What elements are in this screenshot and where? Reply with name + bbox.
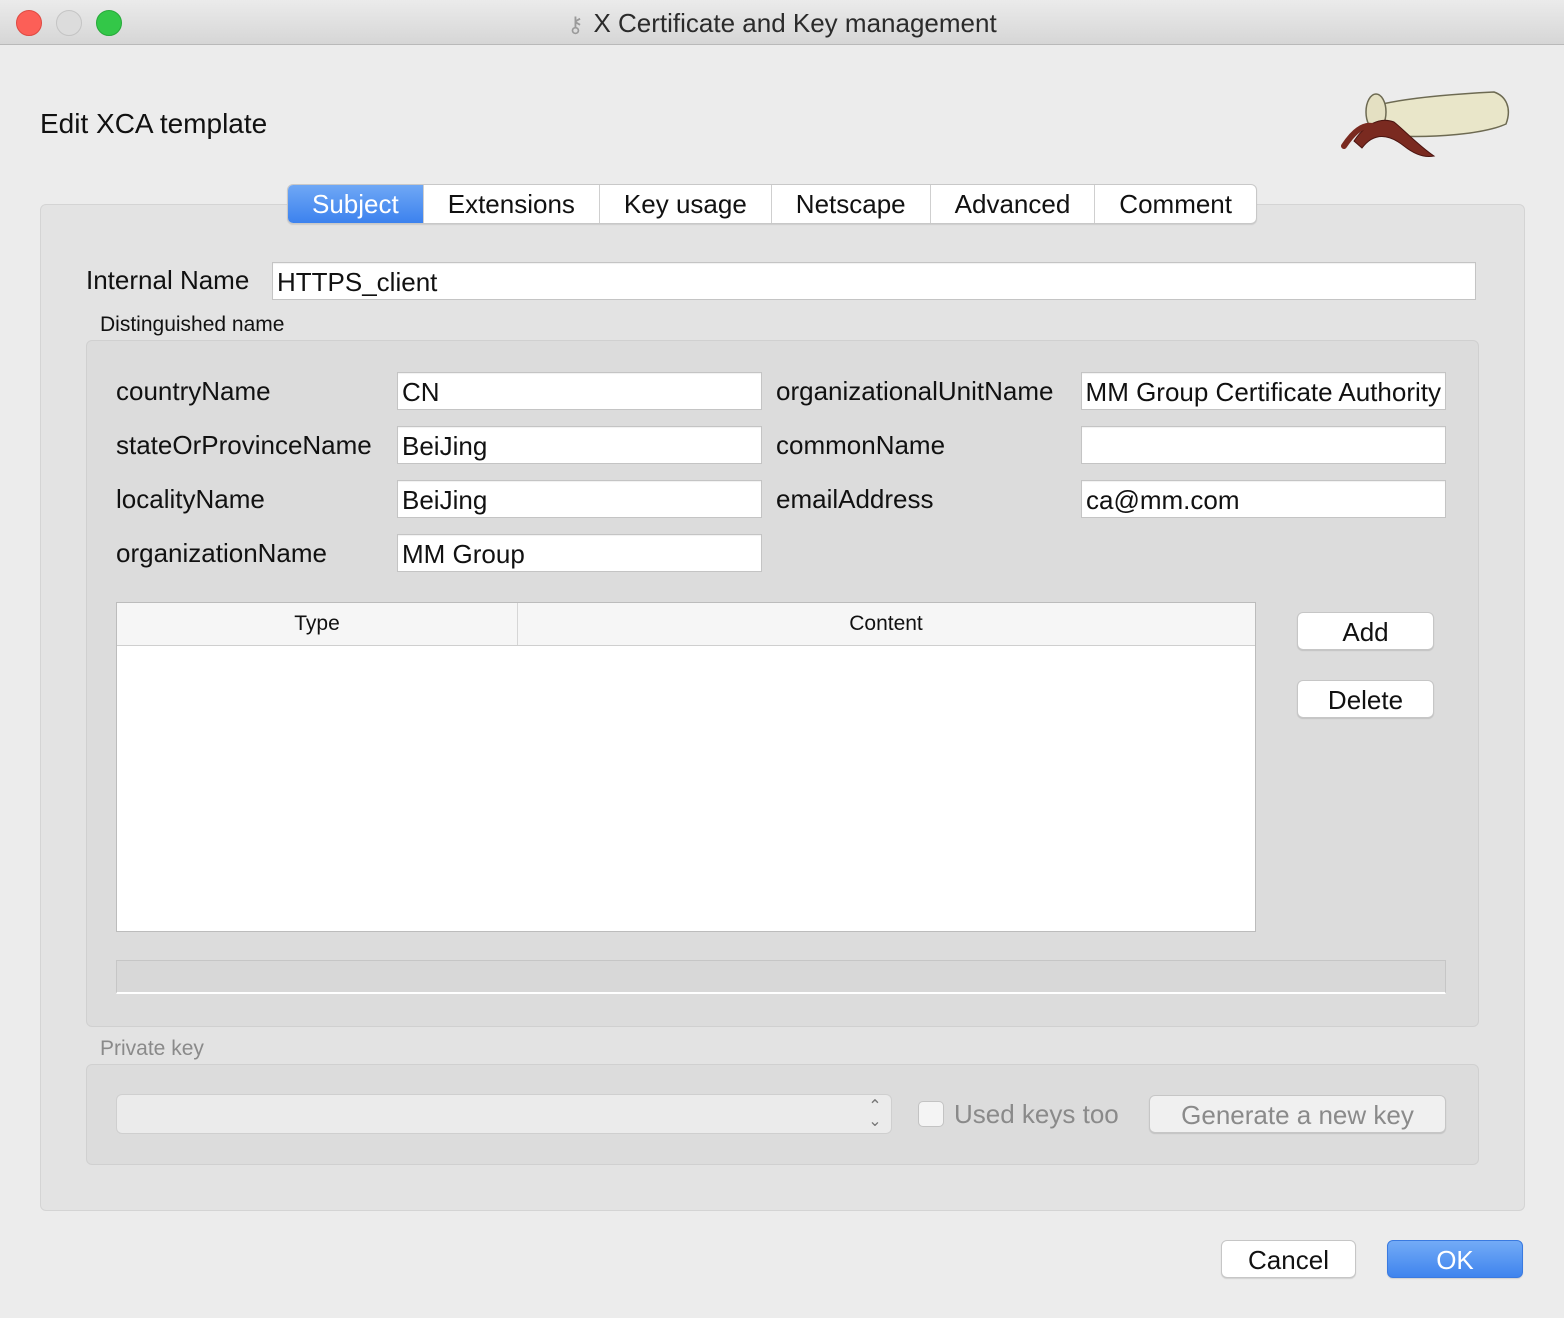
add-button[interactable]: Add [1297, 612, 1434, 650]
organization-label: organizationName [116, 538, 328, 568]
private-key-title: Private key [100, 1037, 204, 1060]
common-name-label: commonName [776, 430, 946, 460]
column-header-type[interactable]: Type [117, 603, 518, 645]
tab-extensions[interactable]: Extensions [424, 185, 600, 223]
scroll-logo-icon [1341, 91, 1510, 157]
distinguished-name-title: Distinguished name [100, 313, 285, 336]
tab-netscape[interactable]: Netscape [772, 185, 931, 223]
org-unit-label: organizationalUnitName [776, 376, 1054, 406]
country-name-input[interactable]: CN [397, 372, 762, 410]
column-header-content[interactable]: Content [517, 603, 1255, 645]
private-key-select[interactable]: ⌃ ⌄ [116, 1094, 892, 1134]
tab-key-usage[interactable]: Key usage [600, 185, 772, 223]
tab-subject[interactable]: Subject [288, 185, 424, 223]
used-keys-checkbox[interactable] [918, 1101, 944, 1127]
common-name-input[interactable] [1081, 426, 1446, 464]
window-title-container: ⚷ X Certificate and Key management [0, 8, 1564, 39]
state-label: stateOrProvinceName [116, 430, 372, 460]
tab-comment[interactable]: Comment [1095, 185, 1256, 223]
table-header: Type Content [117, 603, 1255, 646]
title-bar: ⚷ X Certificate and Key management [0, 0, 1564, 45]
up-down-arrows-icon: ⌃ ⌄ [868, 1098, 882, 1130]
extra-dn-table[interactable]: Type Content [116, 602, 1256, 932]
tab-advanced[interactable]: Advanced [931, 185, 1096, 223]
state-input[interactable]: BeiJing [397, 426, 762, 464]
status-bar [116, 960, 1446, 994]
email-label: emailAddress [776, 484, 934, 514]
cancel-button[interactable]: Cancel [1221, 1240, 1356, 1278]
email-input[interactable]: ca@mm.com [1081, 480, 1446, 518]
generate-key-button[interactable]: Generate a new key [1149, 1095, 1446, 1133]
internal-name-input[interactable]: HTTPS_client [272, 262, 1476, 300]
locality-input[interactable]: BeiJing [397, 480, 762, 518]
key-icon: ⚷ [567, 12, 584, 37]
locality-label: localityName [116, 484, 265, 514]
org-unit-input[interactable]: MM Group Certificate Authority [1081, 372, 1446, 410]
window-title: X Certificate and Key management [593, 8, 997, 38]
dialog-heading: Edit XCA template [40, 108, 268, 139]
ok-button[interactable]: OK [1387, 1240, 1523, 1278]
internal-name-label: Internal Name [86, 265, 250, 295]
country-name-label: countryName [116, 376, 271, 406]
tab-bar: Subject Extensions Key usage Netscape Ad… [287, 184, 1257, 224]
organization-input[interactable]: MM Group [397, 534, 762, 572]
used-keys-label: Used keys too [954, 1099, 1119, 1129]
delete-button[interactable]: Delete [1297, 680, 1434, 718]
